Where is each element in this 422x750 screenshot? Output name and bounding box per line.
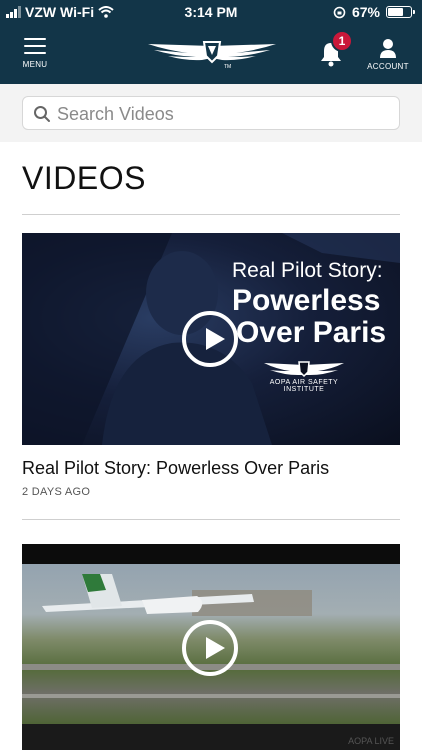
video-thumbnail[interactable]: Real Pilot Story: Powerless Over Paris A…	[22, 233, 400, 445]
menu-button[interactable]: MENU	[18, 38, 52, 74]
status-right: 67%	[333, 4, 415, 20]
play-button[interactable]	[182, 620, 238, 676]
account-button[interactable]: ACCOUNT	[366, 38, 410, 74]
logo-tm: TM	[224, 64, 231, 70]
search-area	[0, 84, 422, 142]
menu-label: MENU	[22, 60, 48, 69]
battery-percent: 67%	[351, 4, 380, 20]
overlay-brand: AOPA AIR SAFETY INSTITUTE	[269, 379, 339, 393]
top-nav: MENU TM 1 ACCOUNT	[0, 26, 422, 84]
search-input[interactable]	[57, 101, 387, 127]
wings-logo-icon: TM	[148, 41, 276, 70]
hamburger-icon	[24, 38, 46, 54]
video-age: 2 DAYS AGO	[22, 486, 91, 498]
overlay-line1: Real Pilot Story:	[232, 259, 383, 282]
video-watermark: AOPA LIVE	[348, 736, 394, 746]
play-button[interactable]	[182, 311, 238, 367]
search-box[interactable]	[22, 96, 400, 130]
notification-badge[interactable]: 1	[331, 30, 353, 52]
overlay-line3: Over Paris	[236, 316, 387, 349]
battery-icon	[386, 6, 415, 18]
account-label: ACCOUNT	[367, 62, 409, 71]
search-icon	[34, 106, 50, 122]
status-bar: VZW Wi-Fi 3:14 PM 67%	[0, 0, 422, 26]
page-title: VIDEOS	[22, 160, 146, 196]
video-title[interactable]: Real Pilot Story: Powerless Over Paris	[22, 458, 329, 479]
video-thumbnail[interactable]: AOPA LIVE	[22, 544, 400, 750]
rotation-lock-icon	[333, 6, 346, 18]
overlay-line2: Powerless	[232, 284, 381, 317]
title-divider	[22, 214, 400, 215]
video-divider	[22, 519, 400, 520]
user-icon	[380, 39, 396, 58]
